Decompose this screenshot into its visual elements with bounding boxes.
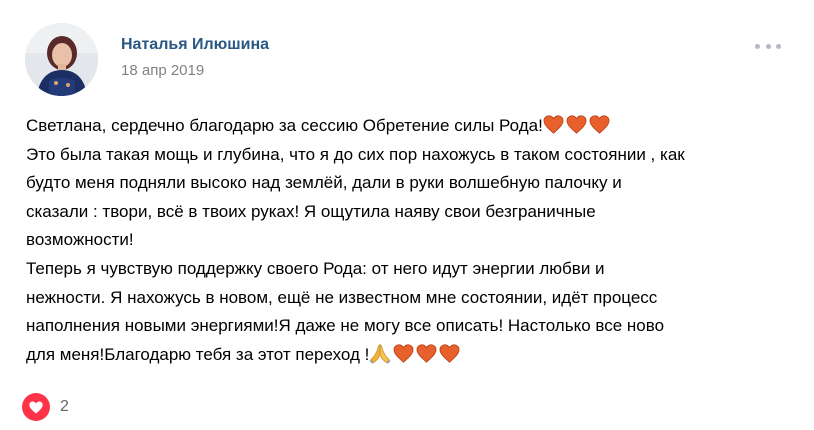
post-text: Светлана, сердечно благодарю за сессию О…: [26, 112, 796, 369]
heart-icon: [22, 393, 50, 421]
post-text-line: для меня!Благодарю тебя за этот переход …: [26, 341, 796, 370]
more-dot-icon: [776, 43, 781, 49]
more-dot-icon: [755, 43, 760, 49]
post-text-line: нежности. Я нахожусь в новом, ещё не изв…: [26, 287, 658, 307]
post-text-line: сказали : твори, всё в твоих руках! Я ощ…: [26, 201, 596, 221]
wall-post: Наталья Илюшина 18 апр 2019 Светлана, се…: [0, 0, 814, 430]
orange-heart-icon: [589, 115, 610, 134]
orange-heart-icon: [543, 115, 564, 134]
folded-hands-icon: [370, 343, 391, 364]
orange-heart-icon: [439, 344, 460, 363]
post-text-line: Теперь я чувствую поддержку своего Рода:…: [26, 258, 605, 278]
post-text-line: Светлана, сердечно благодарю за сессию О…: [26, 112, 796, 141]
post-text-line: будто меня подняли высоко над землёй, да…: [26, 173, 622, 193]
orange-heart-icon: [416, 344, 437, 363]
avatar-photo: [25, 23, 98, 96]
like-button[interactable]: 2: [22, 392, 69, 422]
author-avatar[interactable]: [25, 23, 98, 96]
like-count: 2: [60, 398, 69, 415]
author-name-link[interactable]: Наталья Илюшина: [121, 36, 269, 54]
post-more-button[interactable]: [752, 36, 784, 56]
post-date-link[interactable]: 18 апр 2019: [121, 62, 204, 79]
post-text-line: возможности!: [26, 230, 134, 250]
more-dot-icon: [765, 43, 771, 49]
orange-heart-icon: [393, 344, 414, 363]
post-text-line: наполнения новыми энергиями!Я даже не мо…: [26, 316, 665, 336]
orange-heart-icon: [566, 115, 587, 134]
post-text-line: Это была такая мощь и глубина, что я до …: [26, 144, 685, 164]
